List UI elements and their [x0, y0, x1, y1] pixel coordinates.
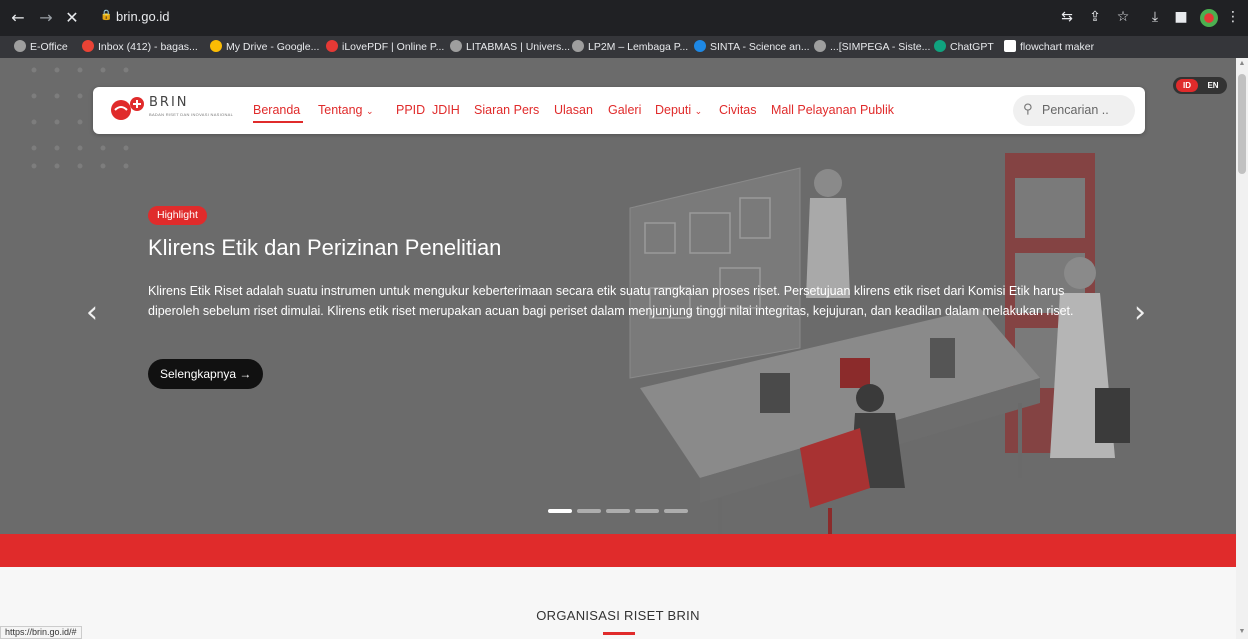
read-more-button[interactable]: Selengkapnya →	[148, 359, 264, 389]
scrollbar-thumb[interactable]	[1238, 74, 1246, 174]
stop-loading-icon[interactable]: ✕	[62, 8, 82, 28]
red-divider-band	[0, 534, 1236, 567]
section-title: ORGANISASI RISET BRIN	[536, 608, 700, 623]
kebab-menu-icon[interactable]: ⋮	[1224, 8, 1242, 26]
carousel-prev-icon[interactable]: ‹	[86, 298, 98, 328]
web-page: Highlight Klirens Etik dan Perizinan Pen…	[0, 58, 1236, 639]
carousel-dot[interactable]	[606, 509, 630, 513]
ilovepdf-icon	[326, 40, 338, 52]
nav-ppid[interactable]: PPID	[396, 103, 425, 117]
translate-icon[interactable]: ⇆	[1058, 8, 1076, 26]
active-nav-underline	[253, 121, 303, 123]
status-bar-url: https://brin.go.id/#	[0, 626, 82, 639]
carousel-next-icon[interactable]: ›	[1134, 298, 1146, 328]
page-scrollbar[interactable]: ▲ ▼	[1236, 58, 1248, 639]
share-icon[interactable]: ⇪	[1086, 8, 1104, 26]
bookmark-item[interactable]: LITABMAS | Univers...	[450, 39, 570, 55]
organisasi-section-bg	[0, 567, 1236, 639]
lock-icon[interactable]: 🔒	[100, 10, 112, 24]
download-icon[interactable]: ⤓	[1146, 8, 1164, 26]
gmail-icon	[82, 40, 94, 52]
scroll-up-icon[interactable]: ▲	[1238, 60, 1246, 68]
bookmark-item[interactable]: My Drive - Google...	[210, 39, 319, 55]
nav-beranda[interactable]: Beranda	[253, 103, 300, 117]
flowchart-icon	[1004, 40, 1016, 52]
carousel-dot[interactable]	[664, 509, 688, 513]
carousel-dot[interactable]	[635, 509, 659, 513]
search-placeholder: Pencarian ..	[1042, 103, 1109, 117]
chevron-down-icon: ⌄	[694, 106, 703, 116]
bookmark-item[interactable]: SINTA - Science an...	[694, 39, 810, 55]
bookmark-item[interactable]: flowchart maker	[1004, 39, 1094, 55]
hero-description: Klirens Etik Riset adalah suatu instrume…	[148, 284, 1074, 318]
logo-wordmark: BRIN	[149, 95, 189, 110]
sidepanel-icon[interactable]: ■	[1172, 8, 1190, 26]
favicon-icon	[572, 40, 584, 52]
bookmark-item[interactable]: LP2M – Lembaga P...	[572, 39, 688, 55]
browser-toolbar: ← → ✕ 🔒 brin.go.id ⇆ ⇪ ☆ ⤓ ■ ⋮	[0, 0, 1248, 36]
nav-civitas[interactable]: Civitas	[719, 103, 757, 117]
chatgpt-icon	[934, 40, 946, 52]
nav-deputi[interactable]: Deputi ⌄	[655, 103, 702, 117]
favicon-icon	[14, 40, 26, 52]
favicon-icon	[814, 40, 826, 52]
drive-icon	[210, 40, 222, 52]
carousel-dot[interactable]	[577, 509, 601, 513]
logo-subtitle: BADAN RISET DAN INOVASI NASIONAL	[149, 112, 234, 117]
search-input[interactable]: ⚲ Pencarian ..	[1013, 95, 1135, 126]
search-icon: ⚲	[1023, 102, 1033, 117]
bookmark-item[interactable]: ...[SIMPEGA - Siste...	[814, 39, 930, 55]
forward-icon[interactable]: →	[36, 8, 56, 28]
lang-en-option[interactable]: EN	[1203, 79, 1223, 92]
nav-jdih[interactable]: JDIH	[432, 103, 460, 117]
bookmark-item[interactable]: iLovePDF | Online P...	[326, 39, 444, 55]
carousel-dot[interactable]	[548, 509, 572, 513]
nav-galeri[interactable]: Galeri	[608, 103, 641, 117]
scroll-down-icon[interactable]: ▼	[1238, 628, 1246, 636]
bookmarks-bar: E-Office Inbox (412) - bagas... My Drive…	[0, 36, 1248, 58]
lang-id-option[interactable]: ID	[1176, 79, 1198, 92]
nav-tentang[interactable]: Tentang ⌄	[318, 103, 374, 117]
highlight-badge: Highlight	[148, 206, 207, 225]
bookmark-item[interactable]: Inbox (412) - bagas...	[82, 39, 198, 55]
sinta-icon	[694, 40, 706, 52]
profile-avatar-icon[interactable]	[1200, 9, 1218, 27]
nav-ulasan[interactable]: Ulasan	[554, 103, 593, 117]
bookmark-item[interactable]: E-Office	[14, 39, 68, 55]
language-toggle[interactable]: ID EN	[1173, 77, 1227, 94]
hero-title: Klirens Etik dan Perizinan Penelitian	[148, 235, 502, 260]
section-title-underline	[603, 632, 635, 635]
bookmark-star-icon[interactable]: ☆	[1114, 8, 1132, 26]
chevron-down-icon: ⌄	[365, 106, 374, 116]
favicon-icon	[450, 40, 462, 52]
back-icon[interactable]: ←	[8, 8, 28, 28]
address-bar[interactable]: brin.go.id	[116, 9, 169, 24]
site-navbar: BRIN BADAN RISET DAN INOVASI NASIONAL Be…	[93, 87, 1145, 134]
nav-mall-pelayanan-publik[interactable]: Mall Pelayanan Publik	[771, 103, 894, 117]
nav-siaran-pers[interactable]: Siaran Pers	[474, 103, 539, 117]
bookmark-item[interactable]: ChatGPT	[934, 39, 994, 55]
